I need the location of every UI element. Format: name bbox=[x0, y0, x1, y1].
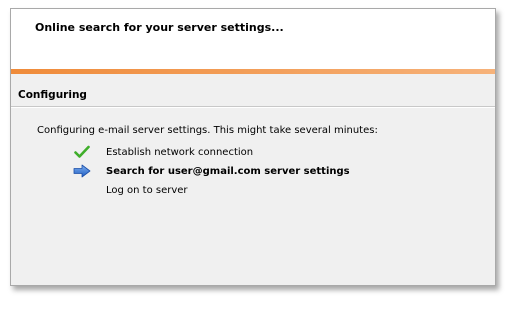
step-label: Search for user@gmail.com server setting… bbox=[106, 165, 350, 177]
status-description: Configuring e-mail server settings. This… bbox=[37, 125, 378, 136]
header-title: Online search for your server settings..… bbox=[35, 21, 284, 34]
section-title: Configuring bbox=[18, 89, 87, 101]
screenshot-canvas: Online search for your server settings..… bbox=[0, 0, 514, 309]
step-label: Establish network connection bbox=[106, 146, 254, 158]
accent-bar bbox=[11, 69, 495, 74]
arrow-right-icon bbox=[72, 163, 92, 179]
checkmark-icon bbox=[72, 144, 92, 160]
dialog-header: Online search for your server settings..… bbox=[11, 9, 495, 69]
section-separator bbox=[11, 106, 495, 108]
configuring-dialog: Online search for your server settings..… bbox=[10, 8, 496, 286]
step-label: Log on to server bbox=[106, 184, 188, 196]
